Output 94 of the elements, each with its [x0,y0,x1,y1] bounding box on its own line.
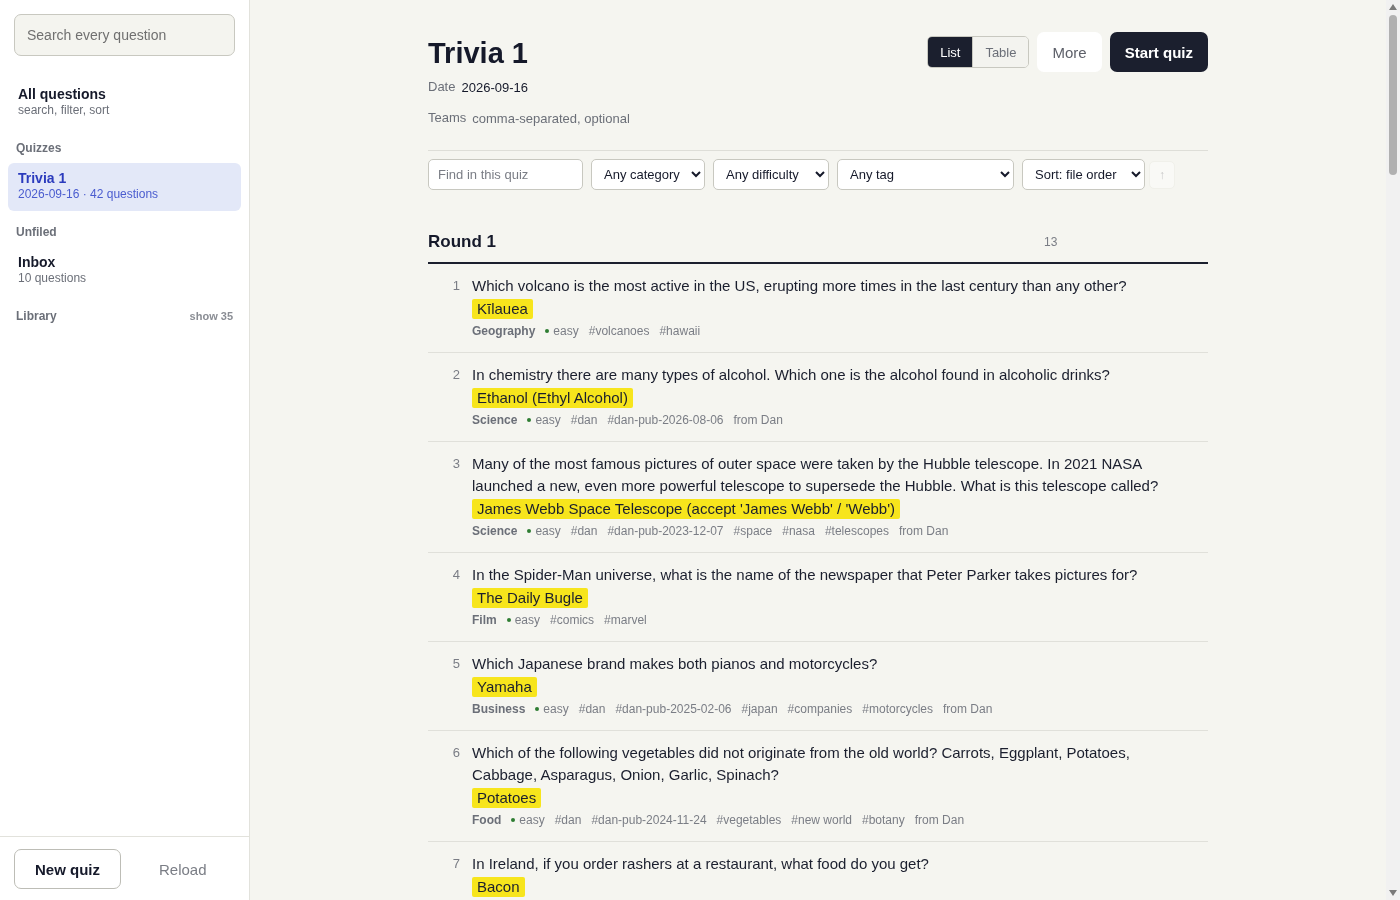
source-label: from Dan [899,523,949,540]
tag-label[interactable]: #japan [741,700,778,718]
quiz-search-field[interactable]: Find in this quiz [428,159,583,190]
difficulty-dot-icon [511,818,516,822]
sidebar-item[interactable]: Inbox 10 questions [8,247,241,295]
question-number: 4 [451,566,460,584]
answer-text: The Daily Bugle [472,588,588,608]
scrollbar[interactable] [1386,0,1400,900]
section-heading: Library [16,308,57,324]
tag-label[interactable]: #volcanoes [588,322,650,340]
filter-dropdown[interactable]: Any tag [837,159,1014,190]
new-quiz-button[interactable]: New quiz [14,849,121,889]
tag-label[interactable]: #telescopes [824,522,889,540]
question-text: In Ireland, if you order rashers at a restaurant, what food do you get? [472,854,929,874]
question-number: 3 [451,455,460,473]
tag-label[interactable]: #space [733,522,773,540]
tag-label[interactable]: #dan-pub-2024-11-24 [591,811,707,829]
tag-label[interactable]: #dan [570,522,598,540]
difficulty-dot-icon [506,618,511,622]
view-tab[interactable]: List [928,37,973,67]
question-text: In the Spider-Man universe, what is the name of the newspaper that Peter Parker takes pictures for? [472,565,1138,585]
difficulty-dot-icon [545,329,550,333]
section-heading: Unfiled [16,224,57,240]
question-number: 2 [451,366,460,384]
tag-label[interactable]: #comics [550,611,595,629]
tag-label[interactable]: #new world [791,811,852,829]
category-label: Geography [472,323,536,340]
difficulty-label: easy [553,323,579,340]
tag-label[interactable]: #dan [570,411,598,429]
source-label: from Dan [914,812,965,829]
scroll-up-icon[interactable] [1389,4,1397,10]
category-label: Business [472,701,526,718]
answer-text: Ethanol (Ethyl Alcohol) [472,388,633,408]
difficulty-dot-icon [527,418,532,422]
tag-label[interactable]: #nasa [782,522,815,540]
category-label: Science [472,412,518,429]
difficulty-dot-icon [535,707,540,711]
difficulty-label: easy [514,612,541,629]
answer-text: Bacon [472,877,525,897]
tag-label[interactable]: #dan-pub-2026-08-06 [607,411,724,429]
question-number: 7 [451,855,460,873]
tag-label[interactable]: #botany [862,811,905,829]
date-field[interactable]: 2026-09-16 [461,78,552,96]
tag-label[interactable]: #dan-pub-2025-02-06 [615,700,732,718]
sidebar-item[interactable]: All questions search, filter, sort [8,79,241,127]
answer-text: Potatoes [472,788,542,808]
search-field[interactable]: Search every question [14,14,235,56]
question-count: 13 [1044,235,1058,249]
tag-label[interactable]: #vegetables [716,811,782,829]
answer-text: James Webb Space Telescope (accept 'James Webb' / 'Webb') [472,499,901,519]
source-label: from Dan [733,412,783,429]
tag-label[interactable]: #dan [578,700,606,718]
filter-dropdown[interactable]: Any difficulty [713,159,829,190]
difficulty-label: easy [543,701,569,718]
question-text: In chemistry there are many types of alcohol. Which one is the alcohol found in alcoholic drinks? [472,365,1110,385]
question-number: 5 [451,655,460,673]
difficulty-label: easy [535,412,561,429]
question-text: Which of the following vegetables did not originate from the old world? Carrots, Eggplant, Potatoes, Cabbage, Asparagus, Onion, Garlic, Spinach? [472,743,1131,785]
tag-label[interactable]: #companies [787,700,853,718]
category-label: Science [472,523,518,540]
round-title: Round 1 [428,231,496,253]
more-button[interactable]: More [1037,32,1102,72]
date-label: Date [428,78,456,96]
category-label: Food [472,812,502,829]
question-text: Many of the most famous pictures of outer space were taken by the Hubble telescope. In 2021 NASA launched a new, even more powerful telescope to supersede the Hubble. What is this telescope called? [472,454,1160,496]
reload-button[interactable]: Reload [159,860,207,878]
scroll-down-icon[interactable] [1389,890,1397,896]
section-heading: Quizzes [16,140,62,156]
view-tab[interactable]: Table [972,37,1029,67]
filter-dropdown[interactable]: Any category [591,159,705,190]
tag-label[interactable]: #hawaii [659,322,701,340]
scrollbar-thumb[interactable] [1389,15,1397,175]
sidebar-item[interactable]: Trivia 1 2026-09-16 · 42 questions [8,163,241,211]
question-number: 6 [451,744,460,762]
source-label: from Dan [942,701,993,718]
show-more-link[interactable]: show 35 [189,308,233,324]
answer-text: Yamaha [472,677,537,697]
question-text: Which volcano is the most active in the US, erupting more times in the last century than any other? [472,276,1127,296]
tag-label[interactable]: #dan-pub-2023-12-07 [607,522,724,540]
quiz-title: Trivia 1 [428,36,528,71]
difficulty-dot-icon [527,529,532,533]
question-number: 1 [451,277,460,295]
filter-dropdown[interactable]: Sort: file order [1022,159,1145,190]
tag-label[interactable]: #marvel [604,611,647,629]
teams-label: Teams [428,109,467,127]
teams-field[interactable]: comma-separated, optional [472,109,713,127]
question-text: Which Japanese brand makes both pianos and motorcycles? [472,654,878,674]
tag-label[interactable]: #dan [554,811,582,829]
difficulty-label: easy [535,523,561,540]
category-label: Film [472,612,497,629]
answer-text: Kīlauea [472,299,533,319]
tag-label[interactable]: #motorcycles [862,700,933,718]
start-quiz-button[interactable]: Start quiz [1109,32,1208,72]
difficulty-label: easy [519,812,545,829]
